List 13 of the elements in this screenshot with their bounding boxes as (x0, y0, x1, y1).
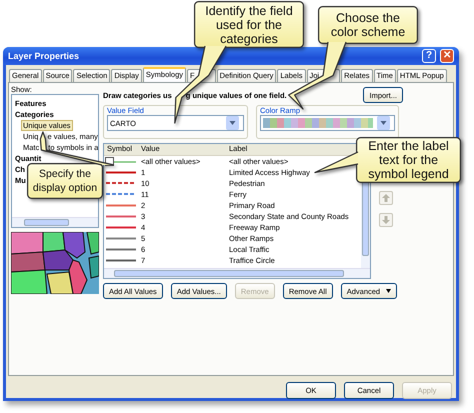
dropdown-arrow-icon (377, 116, 390, 130)
help-button[interactable]: ? (422, 49, 436, 63)
scrollbar[interactable] (104, 268, 370, 278)
close-button[interactable]: ✕ (440, 49, 454, 63)
window-title: Layer Properties (8, 50, 80, 62)
move-up-button[interactable] (379, 191, 393, 205)
line-symbol-icon[interactable] (104, 157, 136, 166)
scrollbar[interactable] (12, 217, 98, 227)
callout-tooltip: Enter the label text for the symbol legend (313, 136, 462, 184)
move-down-button[interactable] (379, 213, 393, 227)
color-ramp-dropdown[interactable] (260, 115, 395, 131)
up-arrow-icon (380, 192, 392, 204)
down-arrow-icon (380, 214, 392, 226)
